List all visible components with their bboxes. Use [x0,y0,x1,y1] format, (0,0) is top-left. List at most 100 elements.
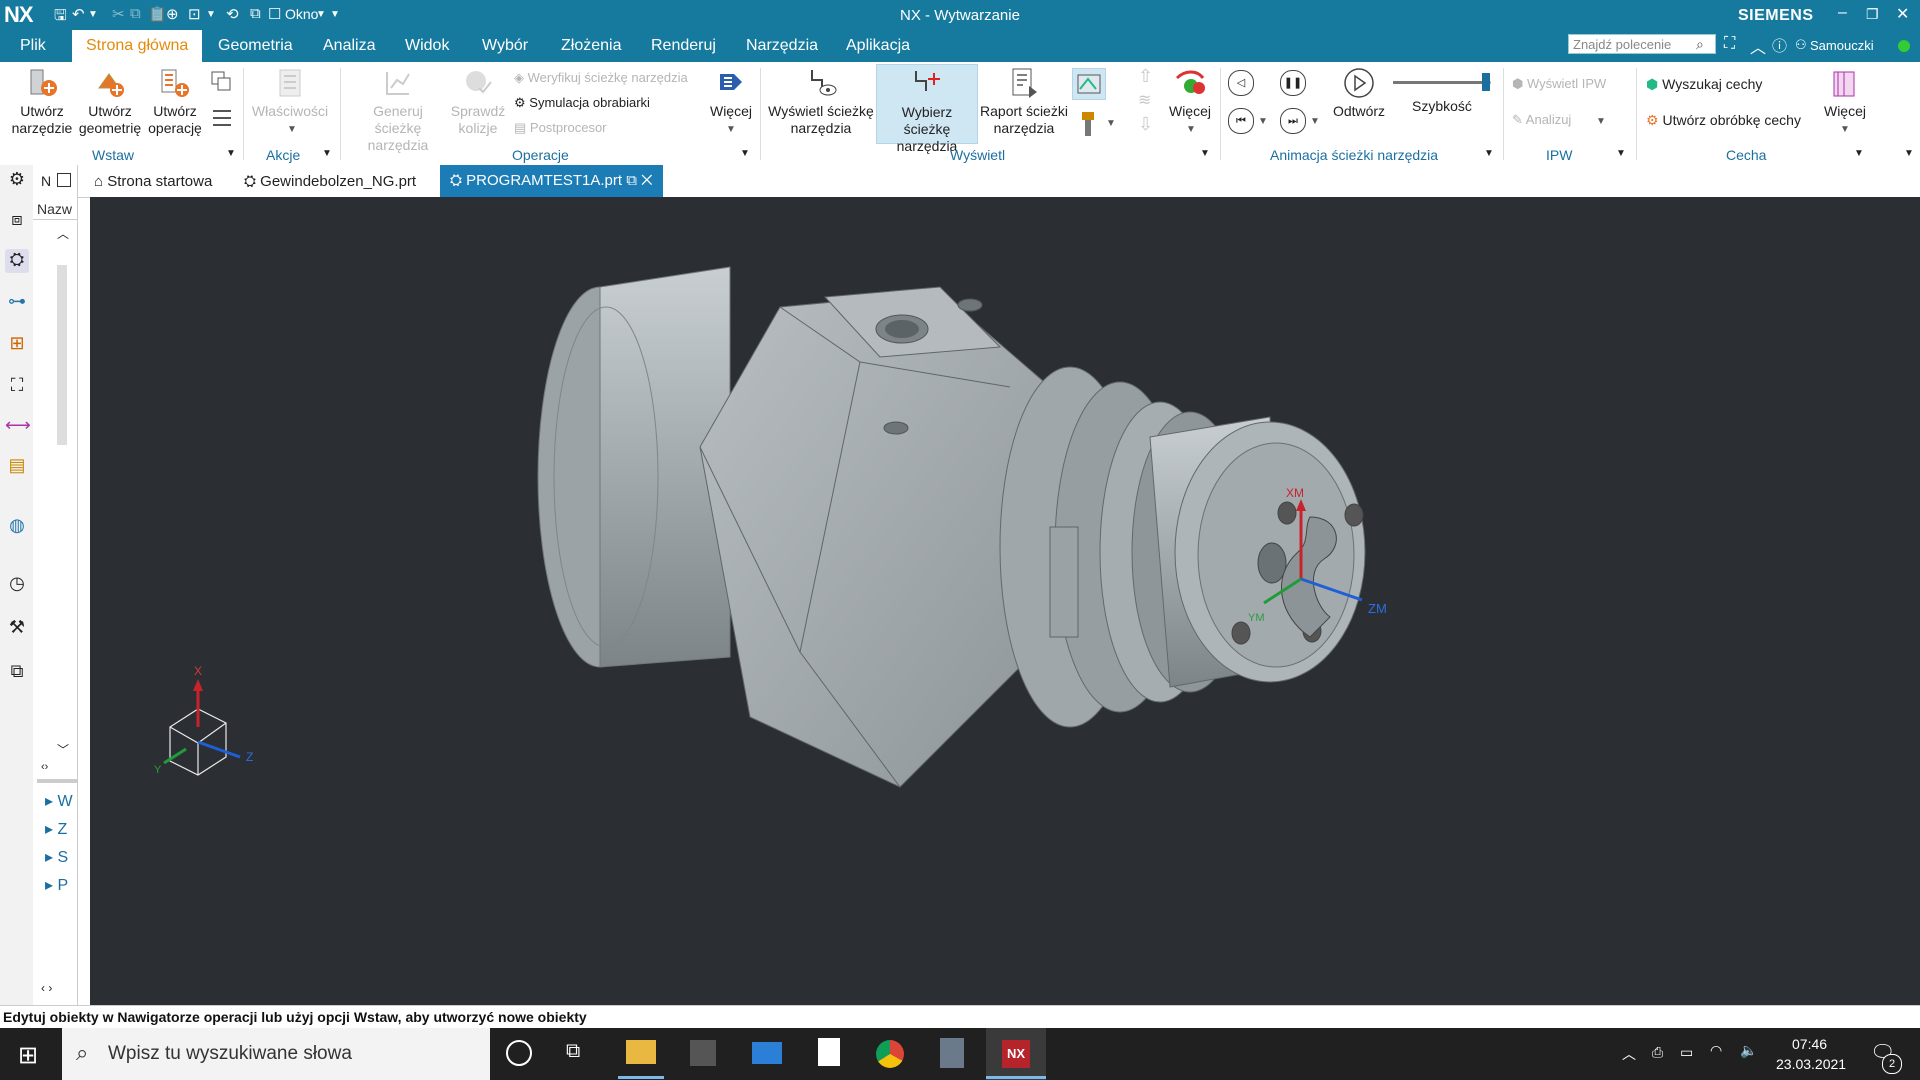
wifi-icon[interactable]: ◠ [1710,1042,1722,1059]
menu-wybor[interactable]: Wybór [482,37,528,55]
command-search-input[interactable]: Znajdź polecenie [1568,34,1716,54]
scroll-up-icon[interactable]: ︿ [57,225,69,242]
pause-button[interactable]: ❚❚ [1280,70,1306,96]
show-toolpath-button[interactable]: Wyświetl ścieżkę narzędzia [768,66,874,137]
column-header-name[interactable]: Nazw [37,201,72,217]
analyze-dropdown-icon[interactable]: ▼ [1596,116,1606,127]
clock-time[interactable]: 07:46 [1792,1036,1827,1052]
undock-icon[interactable]: ⧉ [622,172,641,189]
settings-gear-icon[interactable]: ⚙ [5,169,29,193]
machining-library-icon[interactable]: ⊞ [5,333,29,357]
search-icon[interactable]: ⌕ [1696,36,1704,53]
panel-splitter[interactable] [37,779,77,783]
view-triad[interactable]: X Z Y [154,664,253,776]
assembly-navigator-icon[interactable]: ⧈ [5,209,29,233]
machine-simulation-button[interactable]: ⚙ Symulacja obrabiarki [514,95,650,111]
menu-narzedzia[interactable]: Narzędzia [746,37,818,55]
create-operation-button[interactable]: Utwórz operację [144,66,206,137]
ipw-dropdown-icon[interactable]: ▼ [1616,148,1626,159]
chrome-icon[interactable] [876,1040,904,1068]
cecha-dropdown-icon[interactable]: ▼ [1854,148,1864,159]
preview-section[interactable]: ▸ P [45,875,68,895]
tutorials-link[interactable]: Samouczki [1810,38,1874,53]
task-view-icon[interactable]: ⧉ [566,1040,580,1063]
process-studio-icon[interactable]: ⧉ [5,661,29,685]
toolpath-display-icon[interactable] [1072,68,1106,100]
menu-geometria[interactable]: Geometria [218,37,293,55]
to-end-dropdown-icon[interactable]: ▼ [1310,116,1320,127]
calculator-icon[interactable] [940,1038,964,1068]
show-ipw-button[interactable]: ⬢ Wyświetl IPW [1512,76,1606,92]
cecha-more-button[interactable]: Więcej [1820,66,1870,120]
analyze-button[interactable]: ✎ Analizuj [1512,112,1571,128]
tab-gewindebolzen[interactable]: ⛭ Gewindebolzen_NG.prt [244,173,416,190]
notepad-icon[interactable] [818,1038,840,1066]
find-features-button[interactable]: ⬢ Wyszukaj cechy [1646,76,1762,93]
tab-close-icon[interactable]: ✕ [641,172,652,189]
menu-analiza[interactable]: Analiza [323,37,375,55]
volume-icon[interactable]: 🔈 [1740,1042,1757,1059]
feature-navigator-icon[interactable]: ⛶ [5,375,29,399]
constraint-navigator-icon[interactable]: ⟷ [5,415,31,439]
tool-display-icon[interactable] [1078,110,1098,138]
machine-navigator-icon[interactable]: ⊶ [5,291,29,315]
speed-slider-thumb[interactable] [1482,73,1491,91]
setup-section[interactable]: ▸ S [45,847,68,867]
menu-plik[interactable]: Plik [20,37,46,55]
reuse-library-icon[interactable]: ▤ [5,455,29,479]
create-program-icon[interactable] [210,106,234,130]
details-section[interactable]: ▸ W [45,791,73,811]
system-materials-icon[interactable]: ⚒ [5,617,29,641]
clock-date[interactable]: 23.03.2021 [1776,1056,1846,1072]
close-icon[interactable]: ✕ [1896,4,1909,24]
postprocessor-button[interactable]: ▤ Postprocesor [514,120,607,136]
battery-icon[interactable]: ▭ [1680,1044,1693,1061]
operacje-more-button[interactable]: Więcej [708,66,754,120]
operacje-more-dropdown-icon[interactable]: ▼ [726,124,736,135]
menu-renderuj[interactable]: Renderuj [651,37,716,55]
verify-toolpath-button[interactable]: ◈ Weryfikuj ścieżkę narzędzia [514,70,688,86]
graphics-viewport[interactable]: XM ZM YM X Z Y [90,197,1920,1005]
menu-strona-glowna[interactable]: Strona główna [72,30,203,62]
horizontal-scroll-icon[interactable]: ‹› [41,761,48,773]
to-start-dropdown-icon[interactable]: ▼ [1258,116,1268,127]
create-method-icon[interactable] [210,70,234,94]
move-up-icon[interactable]: ⇧ [1138,66,1153,87]
select-toolpath-button[interactable]: Wybierz ścieżkę narzędzia [876,64,978,154]
cecha-more-dropdown-icon[interactable]: ▼ [1840,124,1850,135]
tutorials-icon[interactable]: ⚇ [1795,37,1807,53]
tool-display-dropdown-icon[interactable]: ▼ [1106,118,1116,129]
create-geometry-button[interactable]: Utwórz geometrię [76,66,144,137]
scrollbar-thumb[interactable] [57,265,67,445]
scroll-down-icon[interactable]: ﹀ [57,741,69,758]
horizontal-scroll-icon[interactable]: ‹ › [41,981,52,995]
file-explorer-icon[interactable] [626,1040,656,1064]
properties-dropdown-icon[interactable]: ▼ [287,124,297,135]
windows-start-icon[interactable]: ⊞ [18,1041,38,1070]
tray-chevron-icon[interactable]: ︿ [1622,1044,1636,1064]
menu-widok[interactable]: Widok [405,37,449,55]
dependencies-section[interactable]: ▸ Z [45,819,67,839]
maximize-panel-icon[interactable] [57,173,71,187]
web-browser-icon[interactable]: ◍ [5,515,29,539]
toolpath-report-button[interactable]: Raport ścieżki narzędzia [978,66,1070,137]
mail-icon[interactable] [752,1042,782,1064]
wyswietl-more-button[interactable]: Więcej [1166,66,1214,120]
history-icon[interactable]: ◷ [5,573,29,597]
nx-taskbar-button[interactable]: NX [986,1028,1046,1080]
wyswietl-dropdown-icon[interactable]: ▼ [1200,148,1210,159]
properties-button[interactable]: Właściwości [250,66,330,120]
store-icon[interactable] [690,1040,716,1066]
tab-programtest[interactable]: ⛭ PROGRAMTEST1A.prt ⧉ ✕ [440,165,663,197]
operacje-dropdown-icon[interactable]: ▼ [740,148,750,159]
animacja-dropdown-icon[interactable]: ▼ [1484,148,1494,159]
ribbon-options-dropdown-icon[interactable]: ▼ [1904,148,1914,159]
generate-toolpath-button[interactable]: Generuj ścieżkę narzędzia [348,66,448,154]
to-start-button[interactable]: ⏮ [1228,108,1254,134]
akcje-dropdown-icon[interactable]: ▼ [322,148,332,159]
tab-start-page[interactable]: ⌂ Strona startowa [94,173,212,190]
meet-now-icon[interactable]: ⎙ [1652,1044,1663,1061]
step-back-button[interactable]: ◁ [1228,70,1254,96]
wyswietl-more-dropdown-icon[interactable]: ▼ [1186,124,1196,135]
menu-zlozenia[interactable]: Złożenia [561,37,621,55]
